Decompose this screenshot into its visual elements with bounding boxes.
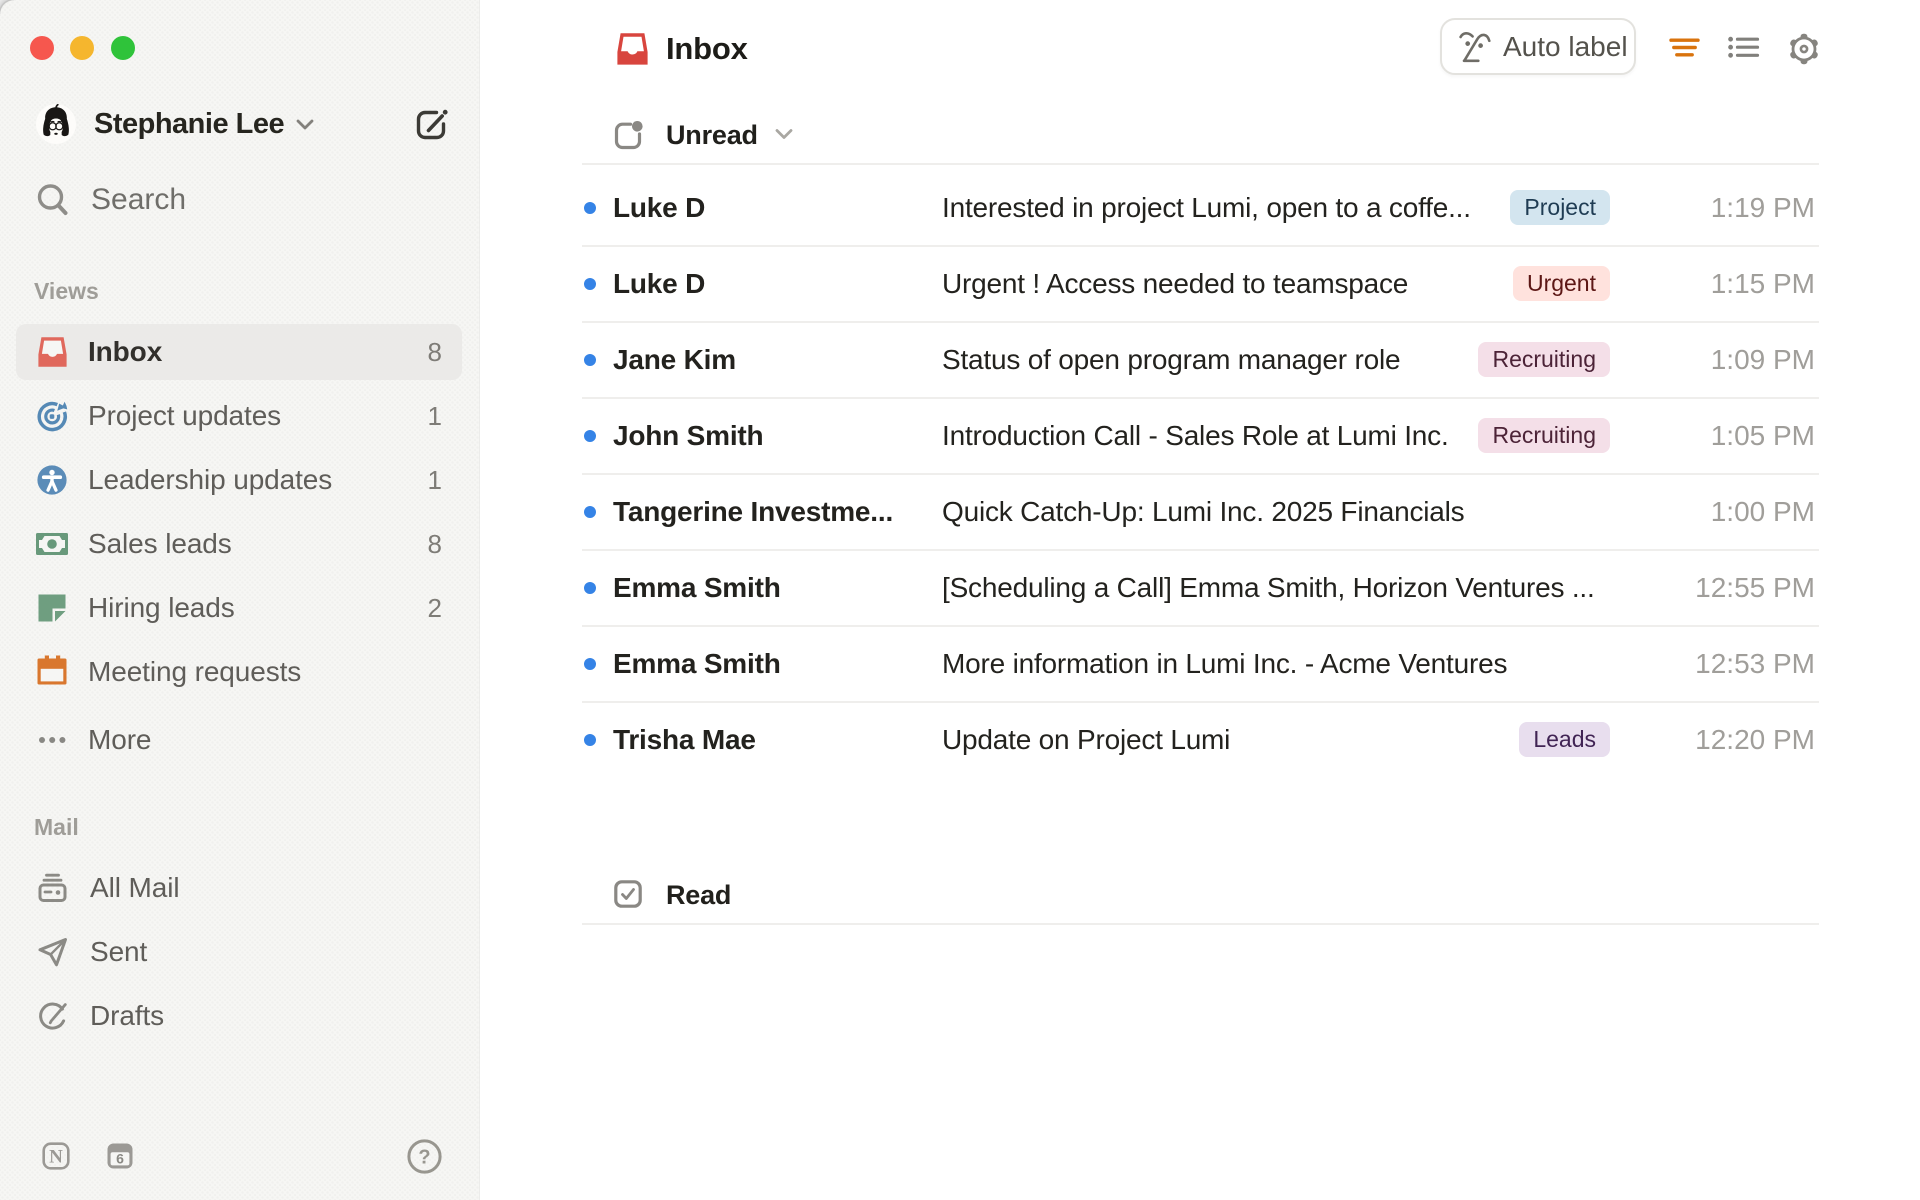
svg-text:6: 6	[116, 1150, 124, 1166]
svg-text:?: ?	[418, 1147, 430, 1169]
svg-text:N: N	[49, 1147, 63, 1168]
